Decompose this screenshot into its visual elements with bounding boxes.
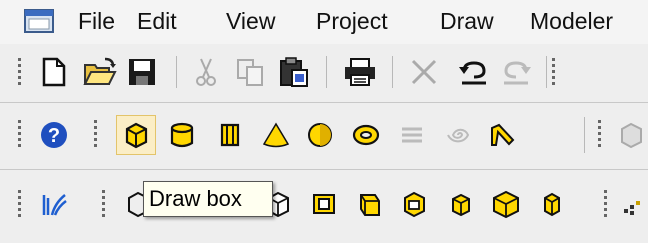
draw-helix-icon [402, 127, 422, 143]
object-icon [544, 192, 560, 217]
save-button[interactable] [122, 52, 162, 92]
coordinate-system-icon [624, 201, 640, 215]
cut-button[interactable] [186, 52, 226, 92]
fields-icon [42, 194, 67, 216]
draw-cylinder-button[interactable] [162, 115, 202, 155]
open-folder-icon [83, 57, 117, 85]
print-icon [345, 58, 375, 86]
toolbar-separator [392, 56, 393, 88]
help-button[interactable]: ? [34, 115, 74, 155]
copy-button[interactable] [230, 52, 270, 92]
toolbar-grip[interactable] [598, 120, 602, 150]
toolbar-separator [584, 117, 585, 153]
menu-draw[interactable]: Draw [440, 6, 494, 36]
draw-box-button[interactable] [116, 115, 156, 155]
draw-sphere-button[interactable] [300, 115, 340, 155]
separate-icon [493, 190, 519, 219]
menu-bar: File Edit View Project Draw Modeler [0, 0, 648, 45]
sweep-button[interactable] [304, 184, 344, 224]
toolbar-grip[interactable] [18, 58, 22, 88]
thicken-button[interactable] [350, 184, 390, 224]
draw-cylinder-icon [170, 122, 194, 148]
standard-toolbar [0, 44, 648, 103]
menu-project[interactable]: Project [316, 6, 388, 36]
draw-next-icon [621, 122, 642, 149]
toolbar-grip[interactable] [18, 120, 22, 150]
copy-icon [237, 59, 263, 86]
tooltip: Draw box [143, 181, 273, 217]
menu-file[interactable]: File [78, 6, 115, 36]
toolbar-separator [176, 56, 177, 88]
toolbar-grip[interactable] [102, 190, 106, 220]
undo-button[interactable] [454, 52, 494, 92]
redo-icon [504, 61, 531, 85]
draw-spiral-button[interactable] [438, 115, 478, 155]
draw-sphere-icon [308, 123, 332, 147]
thicken-icon [360, 194, 380, 216]
app-window-icon [24, 9, 54, 33]
draw-torus-icon [352, 124, 380, 146]
draw-cone-button[interactable] [256, 115, 296, 155]
menu-view[interactable]: View [226, 6, 275, 36]
svg-text:?: ? [48, 125, 60, 147]
save-icon [129, 59, 155, 85]
coordinate-system-button[interactable] [618, 184, 648, 224]
fields-button[interactable] [34, 184, 74, 224]
paste-button[interactable] [274, 52, 314, 92]
toolbar-separator [326, 56, 327, 88]
paste-icon [280, 57, 308, 87]
unite-icon [452, 193, 470, 217]
draw-toolbar: ? [0, 103, 648, 170]
draw-helix-button[interactable] [392, 115, 432, 155]
delete-icon [411, 59, 437, 85]
draw-bondwire-button[interactable] [482, 115, 522, 155]
split-button[interactable] [394, 184, 434, 224]
draw-regular-polyhedron-icon [220, 123, 240, 147]
delete-button[interactable] [404, 52, 444, 92]
sweep-icon [313, 194, 335, 214]
print-button[interactable] [340, 52, 380, 92]
separate-button[interactable] [486, 184, 526, 224]
draw-torus-button[interactable] [346, 115, 386, 155]
toolbar-grip[interactable] [18, 190, 22, 220]
open-button[interactable] [80, 52, 120, 92]
modeler-toolbar [0, 170, 648, 243]
draw-spiral-icon [447, 128, 470, 143]
redo-button[interactable] [496, 52, 536, 92]
toolbar-grip[interactable] [604, 190, 608, 220]
draw-bondwire-icon [491, 123, 515, 146]
new-file-icon [42, 57, 66, 87]
menu-edit[interactable]: Edit [137, 6, 177, 36]
cut-icon [196, 58, 216, 86]
toolbar-grip[interactable] [552, 58, 556, 88]
draw-box-icon [125, 122, 148, 149]
draw-cone-icon [262, 122, 290, 148]
new-button[interactable] [34, 52, 74, 92]
toolbar-grip[interactable] [94, 120, 98, 150]
undo-icon [459, 61, 486, 85]
draw-regular-polyhedron-button[interactable] [210, 115, 250, 155]
draw-next-button[interactable] [614, 115, 648, 155]
toolbar-separator [546, 56, 547, 88]
unite-button[interactable] [440, 184, 480, 224]
object-button[interactable] [532, 184, 572, 224]
menu-modeler[interactable]: Modeler [530, 6, 613, 36]
split-icon [404, 191, 425, 218]
help-icon: ? [41, 122, 67, 148]
